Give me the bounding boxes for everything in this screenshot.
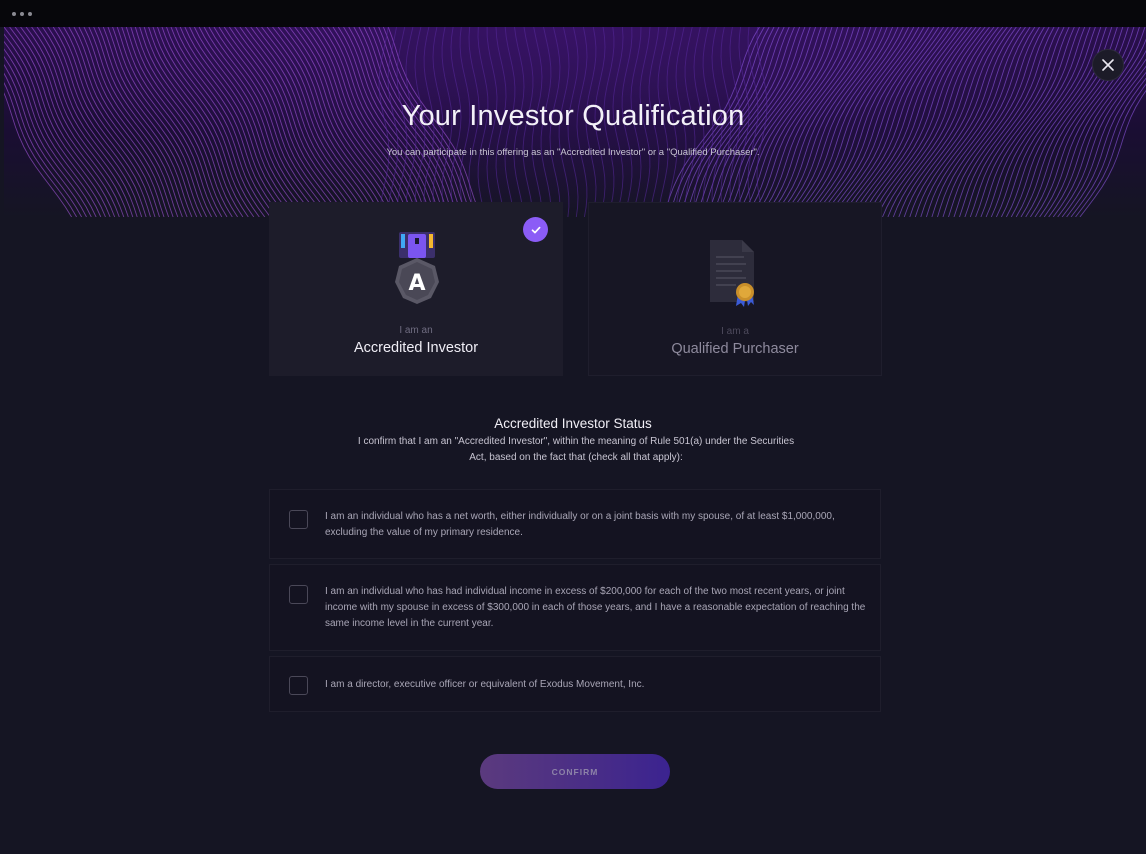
card-qualified-purchaser[interactable]: I am a Qualified Purchaser bbox=[588, 202, 882, 376]
svg-text:A: A bbox=[408, 271, 425, 296]
option-text: I am an individual who has had individua… bbox=[325, 586, 866, 629]
window-dot-icon bbox=[28, 12, 32, 16]
option-text: I am a director, executive officer or eq… bbox=[325, 679, 645, 690]
window-dot-icon bbox=[12, 12, 16, 16]
window-titlebar bbox=[0, 0, 1146, 27]
card-pre-label: I am a bbox=[721, 326, 749, 337]
checkbox[interactable] bbox=[289, 510, 308, 529]
certificate-document-icon bbox=[710, 240, 754, 307]
card-label: Accredited Investor bbox=[353, 340, 479, 356]
modal-title: Your Investor Qualification bbox=[401, 100, 745, 132]
card-pre-label: I am an bbox=[399, 325, 433, 336]
modal-subtitle: You can participate in this offering as … bbox=[386, 147, 760, 158]
confirm-button[interactable]: CONFIRM bbox=[480, 754, 670, 789]
close-icon bbox=[1102, 59, 1114, 71]
checkbox[interactable] bbox=[289, 676, 308, 695]
option-text: I am an individual who has a net worth, … bbox=[325, 511, 835, 538]
window-dot-icon bbox=[20, 12, 24, 16]
card-label: Qualified Purchaser bbox=[671, 341, 799, 357]
status-title: Accredited Investor Status bbox=[494, 416, 652, 431]
selected-check-icon bbox=[523, 217, 548, 242]
app-window: Your Investor Qualification You can part… bbox=[0, 0, 1146, 854]
card-accredited-investor[interactable]: A I am an Accredited Investor bbox=[269, 202, 563, 376]
checkbox[interactable] bbox=[289, 585, 308, 604]
option-net-worth[interactable]: I am an individual who has a net worth, … bbox=[269, 489, 881, 559]
close-button[interactable] bbox=[1092, 49, 1124, 81]
option-income[interactable]: I am an individual who has had individua… bbox=[269, 564, 881, 651]
status-description: I confirm that I am an "Accredited Inves… bbox=[357, 436, 795, 463]
option-director[interactable]: I am a director, executive officer or eq… bbox=[269, 656, 881, 712]
accredited-badge-icon: A bbox=[395, 232, 439, 304]
